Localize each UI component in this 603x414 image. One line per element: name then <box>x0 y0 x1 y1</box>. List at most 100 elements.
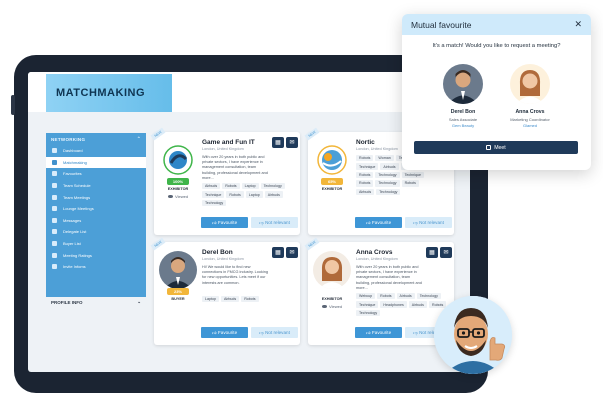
tag: Laptop <box>241 183 259 190</box>
card-name: Game and Fun IT <box>202 139 255 146</box>
schedule-button[interactable]: ▦ <box>426 247 438 258</box>
new-ribbon: NEW <box>150 127 166 141</box>
message-button[interactable]: ✉ <box>440 247 452 258</box>
tag-list: Webcup Robots Airbuds Technology Techniq… <box>356 293 450 317</box>
thumbs-down-icon: 👎︎ <box>413 329 418 335</box>
viewed-indicator: Viewed <box>322 304 342 309</box>
mascot-avatar <box>434 296 512 374</box>
sidebar-item-matchmaking[interactable]: Matchmaking <box>46 156 146 169</box>
sidebar-item-lounge-meetings[interactable]: Lounge Meetings <box>46 203 146 215</box>
tag: Technique <box>202 191 225 198</box>
mascot-illustration <box>434 296 512 374</box>
sidebar-item-favourites[interactable]: Favourites <box>46 168 146 180</box>
not-relevant-button[interactable]: 👎︎ Not relevant <box>405 217 452 228</box>
sidebar-item-meeting-ratings[interactable]: Meeting Ratings <box>46 249 146 261</box>
sidebar-item-label: Matchmaking <box>63 159 87 165</box>
card-name: Derel Bon <box>202 249 233 256</box>
sidebar-item-label: Favourites <box>63 171 82 177</box>
tag: Technique <box>401 171 424 179</box>
new-ribbon: NEW <box>304 127 320 141</box>
avatar <box>159 251 197 289</box>
sidebar-item-label: Dashboard <box>63 148 83 154</box>
lounge-icon <box>52 206 57 212</box>
role-label: EXHIBITOR <box>321 187 343 191</box>
favourite-label: Favourite <box>217 220 238 225</box>
match-percentage: 100% <box>167 178 189 185</box>
card-actions: 👍︎ Favourite 👎︎ Not relevant <box>355 217 452 228</box>
meet-button[interactable]: Meet <box>414 141 578 154</box>
profile-info-toggle[interactable]: PROFILE INFO ⌄ <box>46 297 146 307</box>
card-bio: Hi! We would like to find new connection… <box>202 265 268 285</box>
dialog-header: Mutual favourite ✕ <box>402 14 591 35</box>
favourite-button[interactable]: 👍︎ Favourite <box>201 217 248 228</box>
card-name: Anna Crovs <box>356 249 393 256</box>
sidebar-item-invite[interactable]: Invite Infoms <box>46 261 146 273</box>
person-company: Glamed <box>522 123 537 128</box>
sidebar-item-buyer-list[interactable]: Buyer List <box>46 238 146 250</box>
schedule-button[interactable]: ▦ <box>272 247 284 258</box>
tag: Airbuds <box>396 293 415 300</box>
chevron-up-icon: ⌃ <box>136 136 141 141</box>
marketing-scene: MATCHMAKING NETWORKING ⌃ Dashboard Match… <box>0 0 603 414</box>
thumbs-up-icon: 👍︎ <box>365 219 371 225</box>
message-button[interactable]: ✉ <box>286 247 298 258</box>
role-label: EXHIBITOR <box>167 187 189 191</box>
avatar <box>313 251 351 289</box>
tag: Airbuds <box>221 296 240 303</box>
thumbs-up-icon: 👍︎ <box>211 329 217 335</box>
sidebar-item-team-schedule[interactable]: Team Schedule <box>46 180 146 192</box>
schedule-button[interactable]: ▦ <box>272 137 284 148</box>
tablet-side-button <box>11 95 15 115</box>
schedule-icon <box>52 183 57 189</box>
not-relevant-button[interactable]: 👎︎ Not relevant <box>251 217 298 228</box>
list-icon <box>52 241 57 247</box>
calendar-icon: ▦ <box>275 140 281 146</box>
matched-person-b: Anna Crovs Marketing Coordinator Glamed <box>497 64 563 128</box>
thumbs-up-icon: 👍︎ <box>365 329 371 335</box>
person-role: Sales Associate <box>448 116 478 122</box>
sidebar-item-team-meetings[interactable]: Team Meetings <box>46 191 146 203</box>
sidebar-section-header[interactable]: NETWORKING ⌃ <box>46 133 146 145</box>
favourite-button[interactable]: 👍︎ Favourite <box>355 327 402 338</box>
card-location: London, United Kingdom <box>202 257 244 261</box>
eye-icon <box>168 194 173 199</box>
sidebar-item-label: Invite Infoms <box>63 264 86 270</box>
tag: Webcup <box>356 293 376 300</box>
tag: Technique <box>356 301 379 308</box>
tag: Woman <box>375 155 394 162</box>
message-button[interactable]: ✉ <box>286 137 298 148</box>
role-label: BUYER <box>171 297 185 301</box>
sidebar-item-delegate-list[interactable]: Delegate List <box>46 226 146 238</box>
calendar-icon: ▦ <box>275 250 281 256</box>
match-card: NEW 23% BUYER Derel Bon London, United K… <box>150 237 300 345</box>
tag: Robots <box>222 183 240 190</box>
thumbs-down-icon: 👎︎ <box>259 329 264 335</box>
sidebar-item-messages[interactable]: Messages <box>46 215 146 227</box>
tag: Airbuds <box>356 188 375 195</box>
favourite-label: Favourite <box>371 330 392 335</box>
card-actions: 👍︎ Favourite 👎︎ Not relevant <box>201 217 298 228</box>
sidebar-item-dashboard[interactable]: Dashboard <box>46 145 146 157</box>
new-ribbon: NEW <box>304 237 320 251</box>
favourite-button[interactable]: 👍︎ Favourite <box>201 327 248 338</box>
person-name: Derel Bon <box>450 109 476 115</box>
tag: Robots <box>356 155 374 162</box>
avatar <box>443 64 483 104</box>
sidebar: NETWORKING ⌃ Dashboard Matchmaking Favou… <box>46 133 146 297</box>
not-relevant-button[interactable]: 👎︎ Not relevant <box>251 327 298 338</box>
star-icon <box>52 171 57 177</box>
invite-icon <box>52 264 57 270</box>
match-card: NEW 100% EXHIBITOR Viewed Game and Fun I… <box>150 127 300 235</box>
tag: Technology <box>376 188 401 195</box>
viewed-label: Viewed <box>329 304 343 309</box>
sidebar-item-label: Delegate List <box>63 229 87 235</box>
new-ribbon: NEW <box>150 237 166 251</box>
person-role: Marketing Coordinator <box>510 116 550 122</box>
match-card: NEW EXHIBITOR Viewed Anna Crovs London, … <box>304 237 454 345</box>
close-icon[interactable]: ✕ <box>574 19 582 30</box>
viewed-label: Viewed <box>175 194 189 199</box>
favourite-button[interactable]: 👍︎ Favourite <box>355 217 402 228</box>
tag: Robots <box>241 296 259 303</box>
not-relevant-label: Not relevant <box>265 220 290 225</box>
tag: Airbuds <box>264 191 283 198</box>
